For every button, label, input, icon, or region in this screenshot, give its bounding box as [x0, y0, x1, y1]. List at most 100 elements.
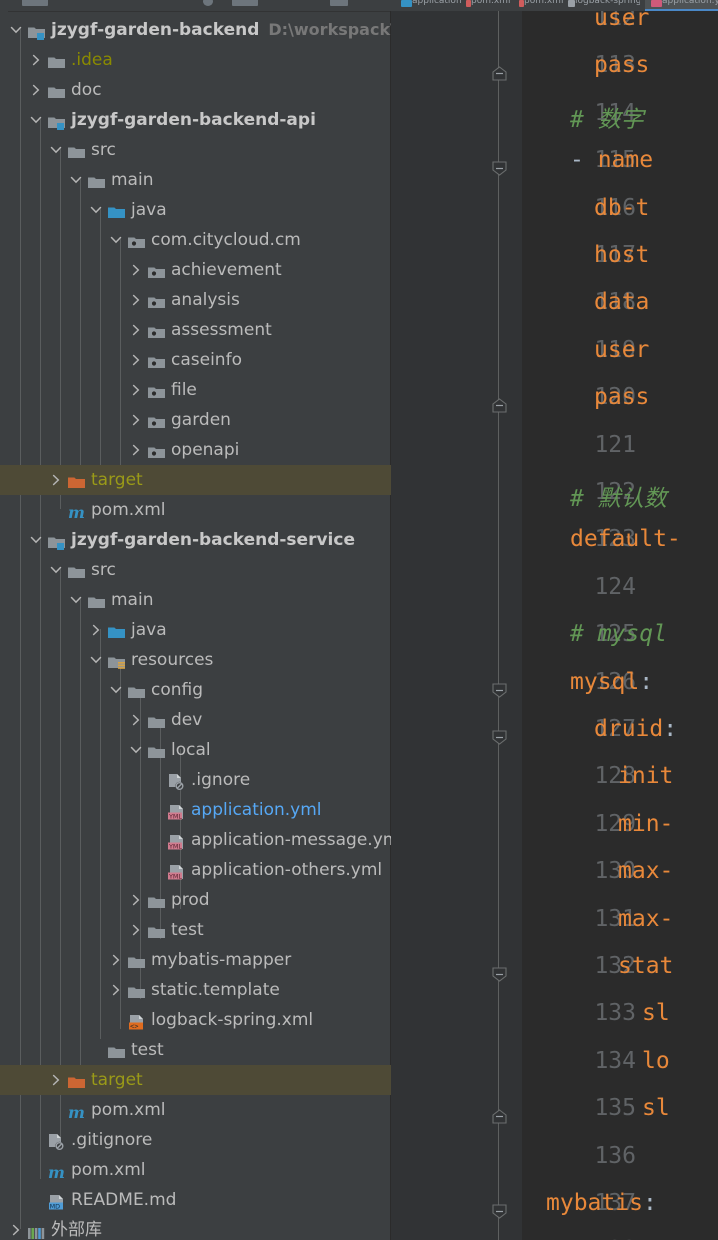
- tree-row[interactable]: test: [0, 915, 391, 945]
- chevron-right-icon[interactable]: [128, 915, 142, 945]
- chevron-down-icon[interactable]: [108, 225, 122, 255]
- editor-gutter[interactable]: [391, 11, 522, 1240]
- editor-tab-1[interactable]: pom.xml: [466, 0, 511, 11]
- chevron-right-icon[interactable]: [128, 285, 142, 315]
- tree-row[interactable]: main: [0, 585, 391, 615]
- chevron-right-icon[interactable]: [28, 75, 42, 105]
- chevron-down-icon[interactable]: [108, 675, 122, 705]
- chevron-right-icon[interactable]: [48, 1065, 62, 1095]
- tree-row[interactable]: main: [0, 165, 391, 195]
- code-line[interactable]: # mysql: [570, 621, 667, 647]
- tree-row[interactable]: YML application-message.yml: [0, 825, 391, 855]
- tree-row[interactable]: analysis: [0, 285, 391, 315]
- chevron-down-icon[interactable]: [128, 735, 142, 765]
- chevron-right-icon[interactable]: [128, 885, 142, 915]
- fold-start-marker[interactable]: [492, 967, 507, 982]
- code-editor[interactable]: 112 113 114 115 116 117 118 119 120 121 122 123 124 1…: [391, 11, 718, 1240]
- tree-row[interactable]: MD README.md: [0, 1185, 391, 1215]
- tree-row[interactable]: openapi: [0, 435, 391, 465]
- chevron-down-icon[interactable]: [48, 135, 62, 165]
- chevron-right-icon[interactable]: [48, 465, 62, 495]
- code-line[interactable]: host: [594, 242, 649, 268]
- code-line[interactable]: min-: [618, 811, 673, 837]
- tree-row[interactable]: src: [0, 555, 391, 585]
- code-line[interactable]: pass: [594, 52, 649, 78]
- code-line[interactable]: # 默认数: [570, 479, 667, 513]
- tree-row[interactable]: m pom.xml: [0, 495, 391, 525]
- tree-row[interactable]: mybatis-mapper: [0, 945, 391, 975]
- code-line[interactable]: sl: [642, 1095, 670, 1121]
- code-line[interactable]: db-t: [594, 195, 649, 221]
- code-line[interactable]: user: [594, 11, 649, 31]
- tree-row[interactable]: jzygf-garden-backend-service: [0, 525, 391, 555]
- tree-row[interactable]: <> logback-spring.xml: [0, 1005, 391, 1035]
- code-line[interactable]: max-: [618, 906, 673, 932]
- tree-row[interactable]: file: [0, 375, 391, 405]
- tree-row[interactable]: YML application.yml: [0, 795, 391, 825]
- tree-row[interactable]: .ignore: [0, 765, 391, 795]
- tree-row[interactable]: 外部库: [0, 1215, 391, 1240]
- tree-row[interactable]: achievement: [0, 255, 391, 285]
- toolbar-icon-2[interactable]: [203, 0, 213, 6]
- chevron-right-icon[interactable]: [108, 975, 122, 1005]
- tree-row[interactable]: local: [0, 735, 391, 765]
- fold-start-marker[interactable]: [492, 1204, 507, 1219]
- tree-row[interactable]: caseinfo: [0, 345, 391, 375]
- chevron-down-icon[interactable]: [68, 165, 82, 195]
- tree-row[interactable]: static.template: [0, 975, 391, 1005]
- tree-row[interactable]: resources: [0, 645, 391, 675]
- code-line[interactable]: - name: [570, 147, 653, 173]
- tree-row[interactable]: target: [0, 465, 391, 495]
- toolbar-icon-3[interactable]: [232, 0, 258, 6]
- tree-row[interactable]: config: [0, 675, 391, 705]
- chevron-down-icon[interactable]: [28, 105, 42, 135]
- tree-row[interactable]: jzygf-garden-backend-api: [0, 105, 391, 135]
- tree-row[interactable]: assessment: [0, 315, 391, 345]
- chevron-right-icon[interactable]: [128, 375, 142, 405]
- chevron-down-icon[interactable]: [8, 15, 22, 45]
- fold-start-marker[interactable]: [492, 730, 507, 745]
- chevron-down-icon[interactable]: [68, 585, 82, 615]
- chevron-down-icon[interactable]: [88, 645, 102, 675]
- project-tool-window[interactable]: jzygf-garden-backend D:\workspack\ .idea do…: [0, 11, 391, 1240]
- chevron-right-icon[interactable]: [108, 945, 122, 975]
- fold-start-marker[interactable]: [492, 683, 507, 698]
- project-tree-rows[interactable]: jzygf-garden-backend D:\workspack\ .idea do…: [0, 15, 391, 1240]
- code-line[interactable]: sl: [642, 1000, 670, 1026]
- code-line[interactable]: max-: [618, 858, 673, 884]
- tree-row[interactable]: m pom.xml: [0, 1155, 391, 1185]
- editor-tab-3[interactable]: logback-spring.xml: [568, 0, 640, 11]
- tree-row[interactable]: YML application-others.yml: [0, 855, 391, 885]
- fold-end-marker[interactable]: [492, 66, 507, 81]
- tree-row[interactable]: dev: [0, 705, 391, 735]
- code-line[interactable]: pass: [594, 384, 649, 410]
- code-line[interactable]: mysql:: [570, 669, 653, 695]
- tree-row[interactable]: target: [0, 1065, 391, 1095]
- code-text-area[interactable]: user pass # 数字 - name db-t host data user pass # …: [522, 11, 718, 1240]
- chevron-right-icon[interactable]: [88, 615, 102, 645]
- editor-tabbar[interactable]: application.yml pom.xml pom.xml logback-…: [393, 0, 718, 11]
- tree-row[interactable]: prod: [0, 885, 391, 915]
- fold-end-marker[interactable]: [492, 1109, 507, 1124]
- chevron-down-icon[interactable]: [88, 195, 102, 225]
- code-line[interactable]: user: [594, 337, 649, 363]
- chevron-right-icon[interactable]: [128, 405, 142, 435]
- chevron-right-icon[interactable]: [8, 1215, 22, 1240]
- chevron-right-icon[interactable]: [28, 45, 42, 75]
- code-line[interactable]: init: [618, 763, 673, 789]
- editor-tab-0[interactable]: application.yml: [401, 0, 461, 11]
- tree-row[interactable]: java: [0, 615, 391, 645]
- toolbar-icon-4[interactable]: [330, 0, 348, 6]
- tree-row[interactable]: src: [0, 135, 391, 165]
- editor-tab-2[interactable]: pom.xml: [519, 0, 564, 11]
- fold-start-marker[interactable]: [492, 161, 507, 176]
- tree-row[interactable]: test: [0, 1035, 391, 1065]
- chevron-right-icon[interactable]: [128, 315, 142, 345]
- code-line[interactable]: data: [594, 289, 649, 315]
- toolbar-icon-1[interactable]: [22, 0, 48, 6]
- tree-row[interactable]: doc: [0, 75, 391, 105]
- code-line[interactable]: druid:: [594, 716, 677, 742]
- code-line[interactable]: # 数字: [570, 100, 644, 134]
- code-line[interactable]: lo: [642, 1048, 670, 1074]
- chevron-down-icon[interactable]: [28, 525, 42, 555]
